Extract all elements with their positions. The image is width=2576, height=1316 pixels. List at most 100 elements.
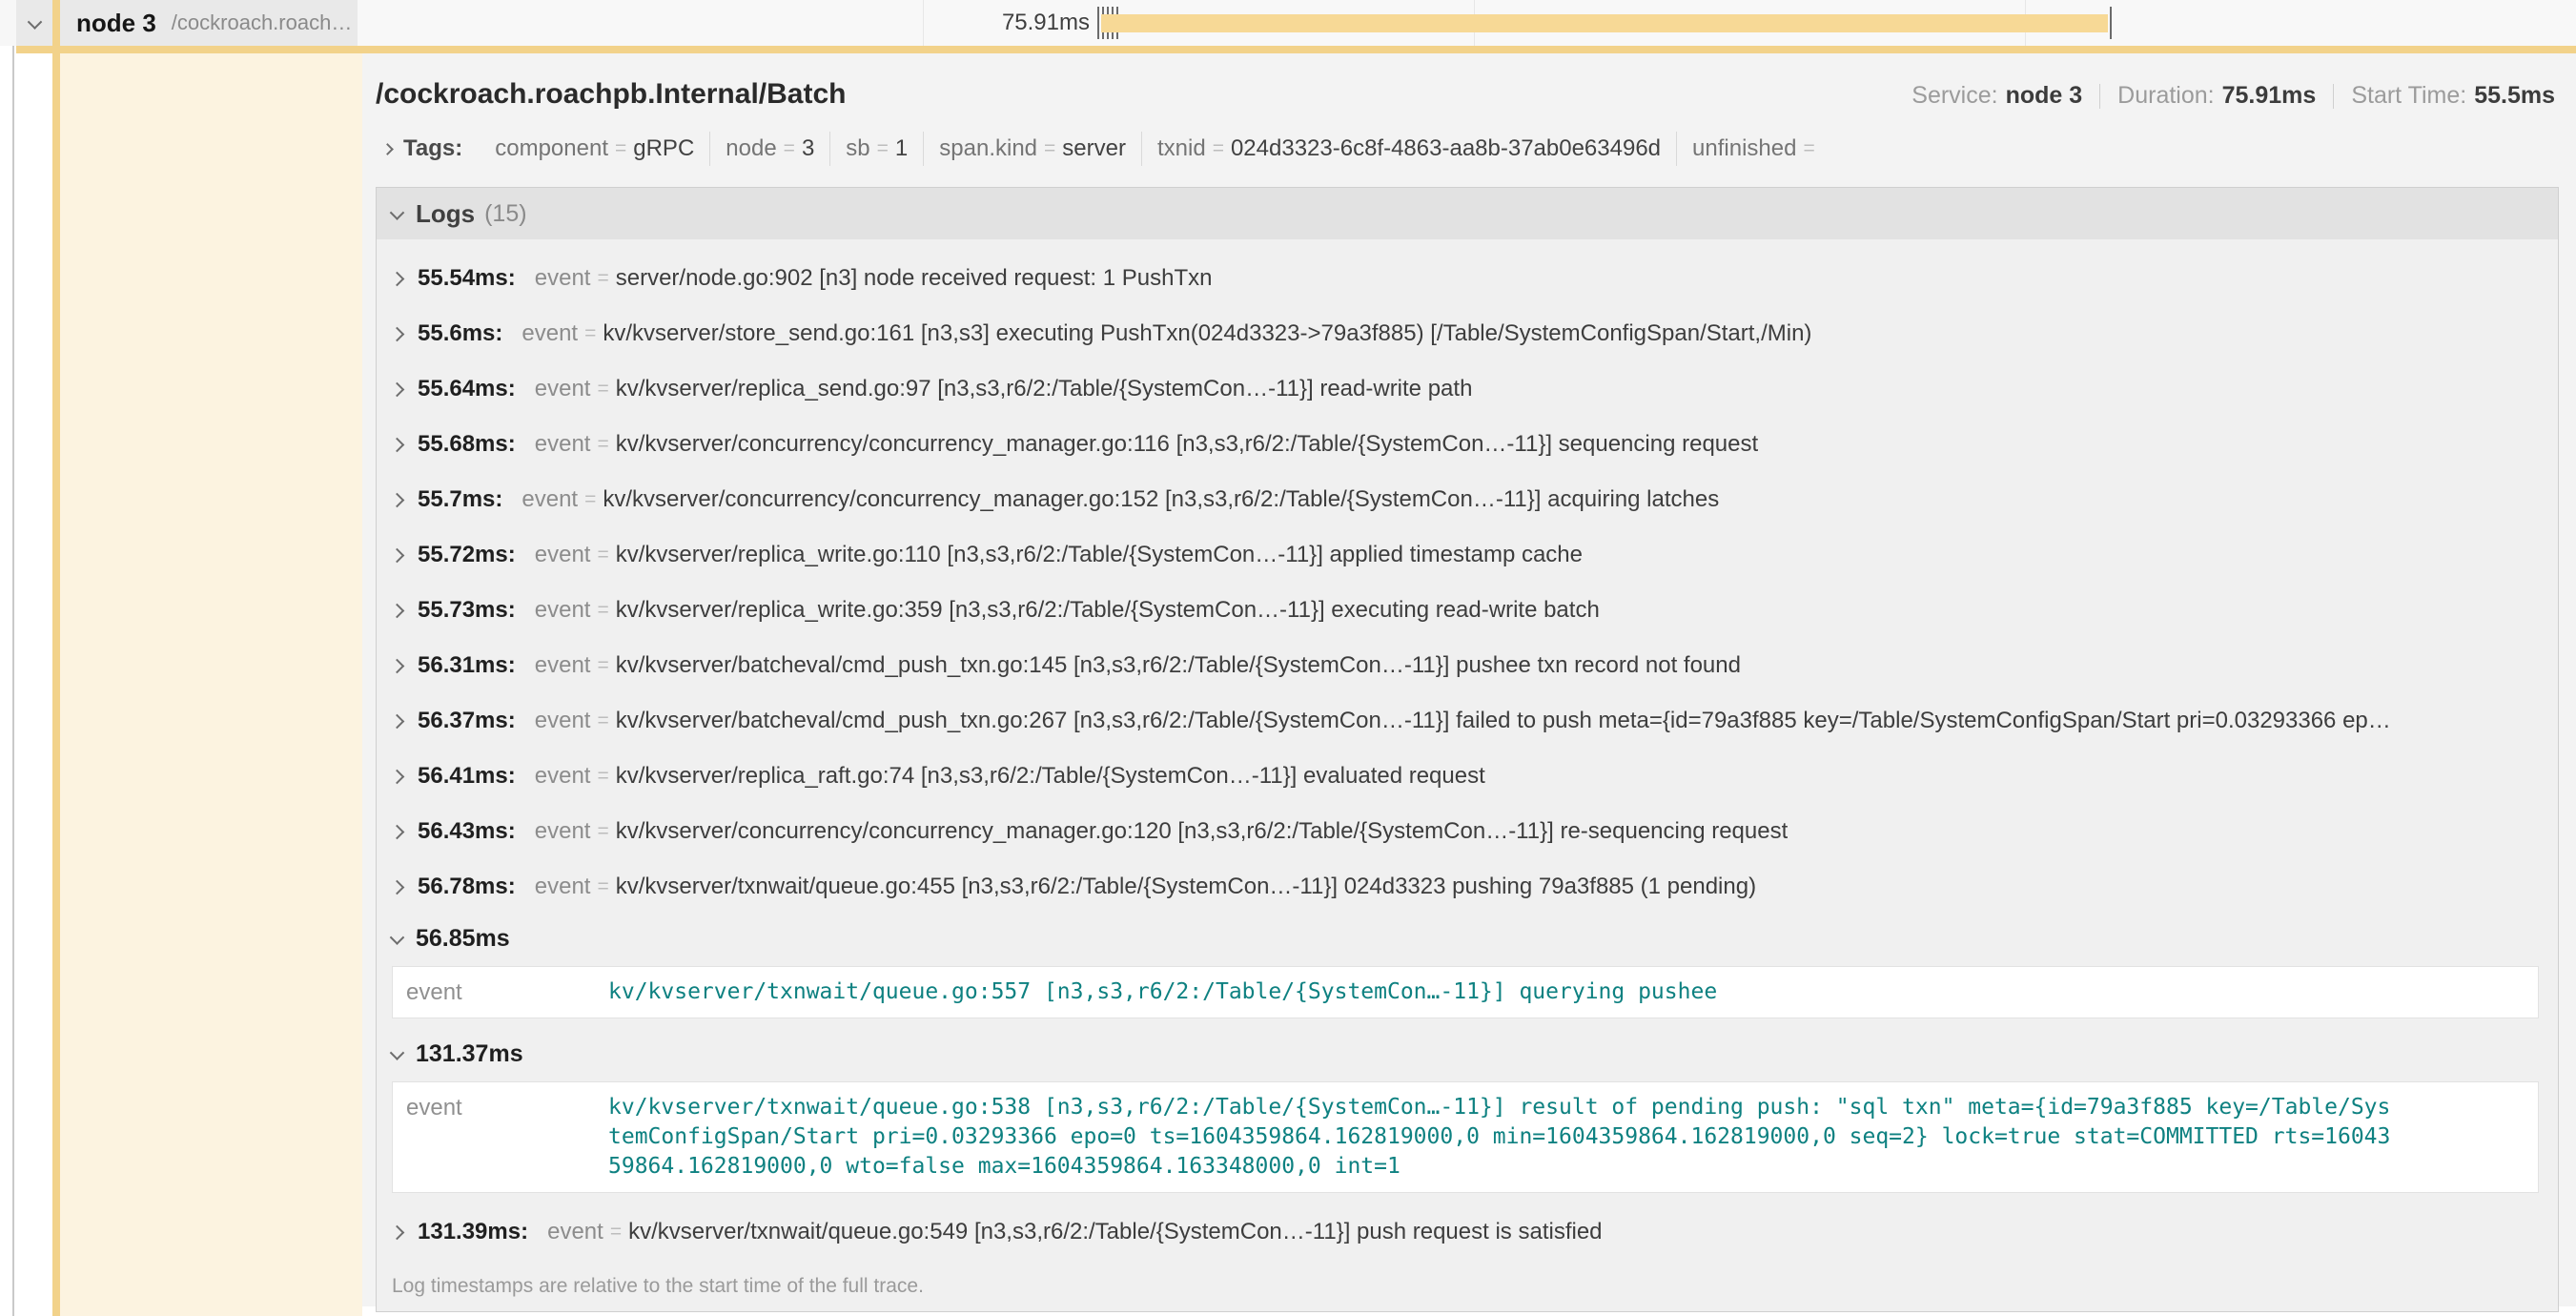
chevron-right-icon [390,769,405,784]
tag-value: server [1062,135,1126,162]
tag-unfinished: unfinished = [1676,132,1837,166]
tag-value: 3 [802,135,814,162]
chevron-right-icon [390,1224,405,1240]
log-detail-table: event kv/kvserver/txnwait/queue.go:538 [… [392,1081,2539,1193]
log-field-key: event [535,431,591,458]
span-service-name: node 3 [76,9,156,38]
span-detail-row-background [60,53,362,1316]
logs-section: Logs (15) 55.54ms: event = server/node.g… [376,187,2559,1312]
equals-sign: = [597,820,608,843]
log-field-value: kv/kvserver/txnwait/queue.go:549 [n3,s3,… [628,1219,1602,1245]
log-row-expanded-header[interactable]: 56.85ms [377,915,2558,962]
tag-component: component = gRPC [480,132,709,166]
log-field-value: kv/kvserver/txnwait/queue.go:557 [n3,s3,… [608,977,2401,1007]
equals-sign: = [1213,137,1224,160]
span-row[interactable]: node 3 /cockroach.roach… 75.91ms [0,0,2576,46]
equals-sign: = [584,322,596,345]
log-row[interactable]: 55.6ms: event = kv/kvserver/store_send.g… [377,306,2558,361]
log-row[interactable]: 56.31ms: event = kv/kvserver/batcheval/c… [377,638,2558,693]
tags-label: Tags: [403,135,462,162]
log-row[interactable]: 55.7ms: event = kv/kvserver/concurrency/… [377,472,2558,527]
log-field-key: event [535,763,591,790]
equals-sign: = [597,544,608,566]
meta-divider [2099,84,2100,109]
log-row-expanded-header[interactable]: 131.37ms [377,1030,2558,1078]
tags-row[interactable]: Tags: component = gRPC node = 3 sb = 1 s… [376,132,2559,166]
chevron-down-icon [390,1045,405,1060]
logs-footer-note: Log timestamps are relative to the start… [377,1260,2558,1311]
chevron-down-icon [390,205,405,220]
equals-sign: = [597,378,608,401]
log-marker-tick [2110,7,2112,39]
span-operation-title: /cockroach.roachpb.Internal/Batch [376,78,846,111]
meta-divider [2333,84,2334,109]
log-field-key: event [535,265,591,292]
equals-sign: = [597,267,608,290]
span-detail-top-accent [16,46,2576,53]
log-row[interactable]: 55.54ms: event = server/node.go:902 [n3]… [377,251,2558,306]
log-field-value: kv/kvserver/batcheval/cmd_push_txn.go:14… [616,652,1741,679]
tag-key: span.kind [939,135,1037,162]
log-row[interactable]: 55.68ms: event = kv/kvserver/concurrency… [377,417,2558,472]
timeline-gridline [923,0,924,46]
log-marker-tick [1097,7,1099,39]
log-field-key: event [535,818,591,845]
log-row[interactable]: 55.64ms: event = kv/kvserver/replica_sen… [377,361,2558,417]
log-field-value: server/node.go:902 [n3] node received re… [616,265,1213,292]
chevron-right-icon [390,824,405,839]
log-row[interactable]: 56.41ms: event = kv/kvserver/replica_raf… [377,749,2558,804]
span-timeline[interactable]: 75.91ms [358,0,2576,46]
tag-node: node = 3 [709,132,829,166]
tag-key: sb [846,135,869,162]
log-detail-table: event kv/kvserver/txnwait/queue.go:557 [… [392,966,2539,1018]
log-row[interactable]: 56.78ms: event = kv/kvserver/txnwait/que… [377,859,2558,915]
equals-sign: = [597,599,608,622]
log-row[interactable]: 131.39ms: event = kv/kvserver/txnwait/qu… [377,1204,2558,1260]
tag-key: txnid [1157,135,1206,162]
equals-sign: = [615,137,626,160]
log-timestamp: 55.54ms: [418,265,516,292]
log-timestamp: 55.68ms: [418,431,516,458]
log-field-key: event [535,708,591,734]
log-field-value: kv/kvserver/store_send.go:161 [n3,s3] ex… [603,320,1811,347]
equals-sign: = [784,137,795,160]
chevron-right-icon [390,547,405,563]
log-row[interactable]: 55.73ms: event = kv/kvserver/replica_wri… [377,583,2558,638]
logs-list: 55.54ms: event = server/node.go:902 [n3]… [377,239,2558,1311]
equals-sign: = [597,654,608,677]
log-field-key: event [535,376,591,402]
log-timestamp: 56.31ms: [418,652,516,679]
log-row[interactable]: 55.72ms: event = kv/kvserver/replica_wri… [377,527,2558,583]
chevron-right-icon [390,437,405,452]
chevron-down-icon [28,14,43,30]
log-field-key: event [547,1219,603,1245]
log-row[interactable]: 56.43ms: event = kv/kvserver/concurrency… [377,804,2558,859]
log-row[interactable]: 56.37ms: event = kv/kvserver/batcheval/c… [377,693,2558,749]
chevron-right-icon [390,603,405,618]
equals-sign: = [584,488,596,511]
log-field-key: event [535,597,591,624]
span-name-cell[interactable]: node 3 /cockroach.roach… [16,0,358,46]
service-label: Service: [1912,82,1997,110]
span-operation-name: /cockroach.roach… [172,10,353,35]
chevron-right-icon [390,658,405,673]
logs-section-header[interactable]: Logs (15) [377,188,2558,239]
equals-sign: = [1044,137,1055,160]
logs-count: (15) [484,200,526,228]
equals-sign: = [877,137,889,160]
duration-label: Duration: [2117,82,2214,110]
tag-sb: sb = 1 [829,132,923,166]
chevron-right-icon [381,143,394,155]
left-gap [16,46,52,1316]
log-timestamp: 55.72ms: [418,542,516,568]
trace-view: node 3 /cockroach.roach… 75.91ms /cockro… [0,0,2576,1316]
log-timestamp: 131.37ms [416,1040,523,1068]
log-timestamp: 56.41ms: [418,763,516,790]
tag-key: component [495,135,608,162]
tag-key: unfinished [1692,135,1796,162]
span-duration-bar[interactable] [1101,14,2108,32]
equals-sign: = [1803,137,1814,160]
log-field-value: kv/kvserver/batcheval/cmd_push_txn.go:26… [616,708,2391,734]
log-field-key: event [406,1093,608,1182]
log-timestamp: 56.78ms: [418,874,516,900]
